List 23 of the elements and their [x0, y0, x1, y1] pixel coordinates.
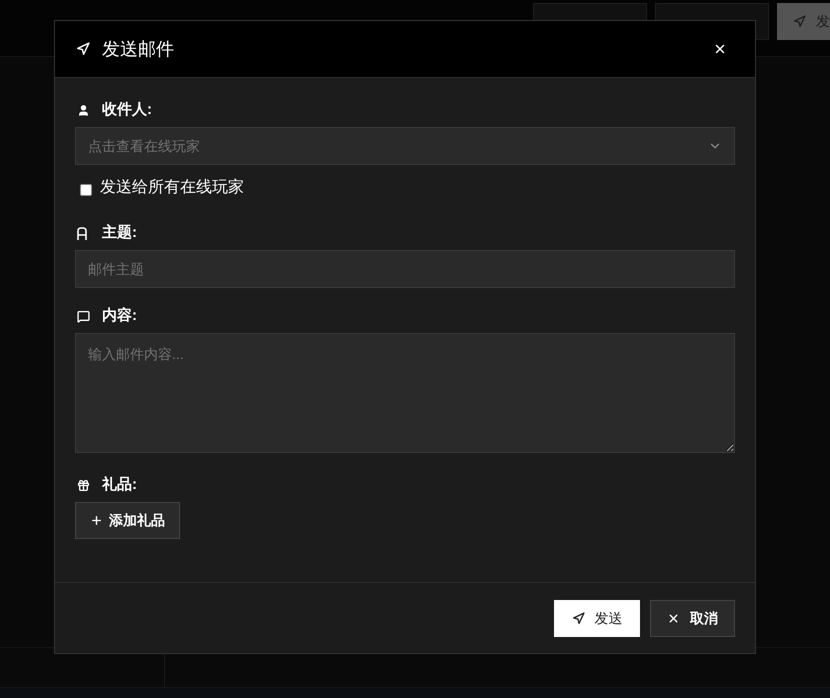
paper-plane-icon: [572, 612, 584, 624]
close-icon: [667, 612, 680, 624]
paper-plane-icon: [793, 15, 806, 28]
subject-label: 主题:: [102, 223, 137, 243]
cancel-button[interactable]: 取消: [650, 600, 735, 636]
paper-plane-icon: [76, 42, 90, 56]
close-button[interactable]: [713, 42, 727, 56]
recipient-label: 收件人:: [102, 100, 152, 120]
person-icon: [77, 104, 90, 116]
content-textarea[interactable]: 输入邮件内容...: [75, 333, 735, 453]
checkbox-label: 发送给所有在线玩家: [100, 178, 244, 198]
gift-icon: [77, 478, 90, 492]
dialog-title: 发送邮件: [102, 38, 174, 60]
close-icon: [713, 42, 727, 56]
gifts-label: 礼品:: [102, 475, 137, 495]
send-button[interactable]: 发送: [554, 600, 640, 636]
speech-bubble-icon: [77, 310, 90, 322]
plus-icon: [90, 514, 103, 527]
checkbox[interactable]: [80, 184, 92, 196]
content-label: 内容:: [102, 306, 137, 326]
subject-input[interactable]: 邮件主题: [75, 250, 735, 288]
add-gift-button[interactable]: 添加礼品: [75, 502, 180, 539]
font-icon: [77, 226, 87, 240]
